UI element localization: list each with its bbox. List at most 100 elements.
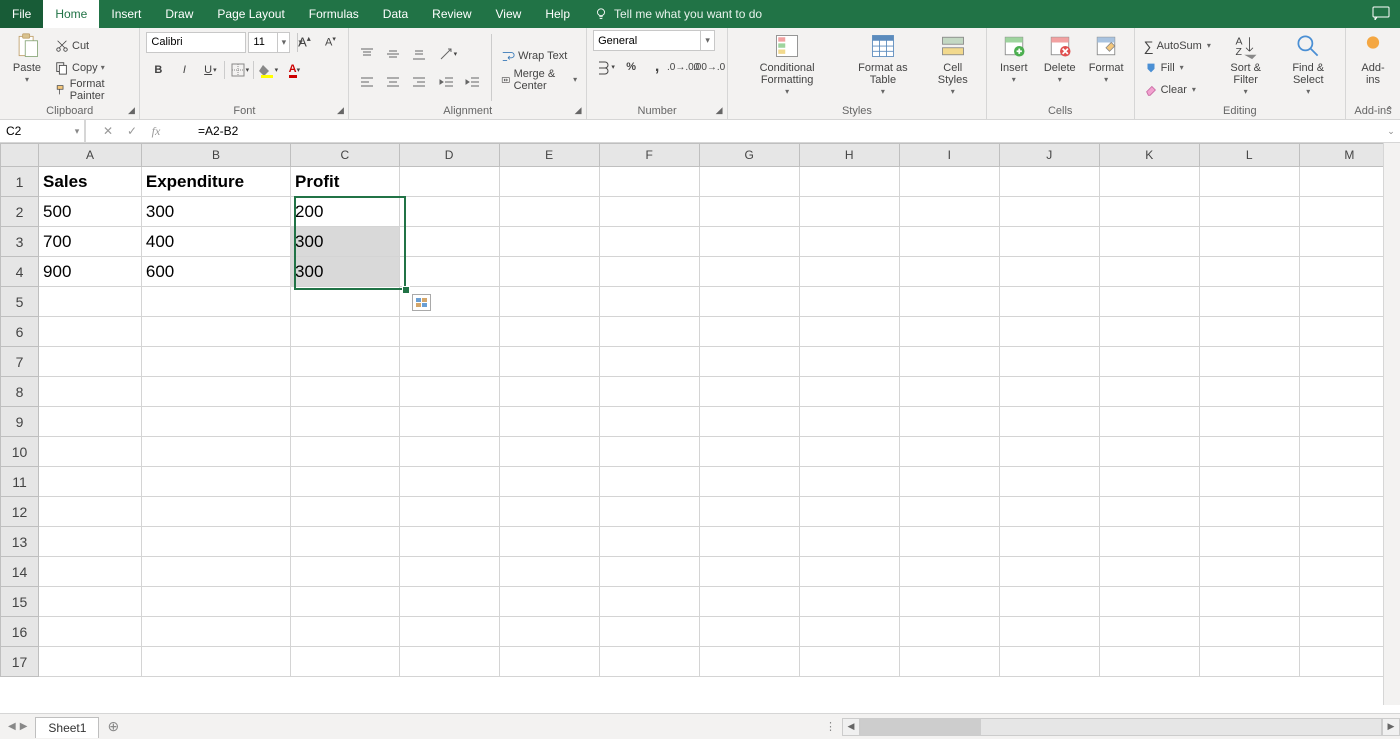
sort-filter-button[interactable]: AZSort & Filter▾ [1218,30,1274,105]
addins-button[interactable]: Add-ins [1352,30,1394,105]
cell-D11[interactable] [399,467,499,497]
cell-L15[interactable] [1199,587,1299,617]
cell-K6[interactable] [1099,317,1199,347]
cell-H8[interactable] [799,377,899,407]
formula-input[interactable] [168,121,1382,141]
align-right-button[interactable] [407,70,431,94]
cell-K17[interactable] [1099,647,1199,677]
cell-C14[interactable] [291,557,400,587]
cell-A5[interactable] [39,287,142,317]
horizontal-scrollbar[interactable]: ⋮ ◀ ▶ [825,718,1400,736]
align-center-button[interactable] [381,70,405,94]
cell-L8[interactable] [1199,377,1299,407]
cell-F12[interactable] [599,497,699,527]
cell-B6[interactable] [141,317,290,347]
cell-L6[interactable] [1199,317,1299,347]
cell-H12[interactable] [799,497,899,527]
italic-button[interactable]: I [172,58,196,82]
cell-L10[interactable] [1199,437,1299,467]
column-header-E[interactable]: E [499,144,599,167]
cell-E14[interactable] [499,557,599,587]
align-left-button[interactable] [355,70,379,94]
row-header-5[interactable]: 5 [1,287,39,317]
cell-E5[interactable] [499,287,599,317]
vertical-scrollbar[interactable] [1383,143,1400,705]
cell-E3[interactable] [499,227,599,257]
cell-E11[interactable] [499,467,599,497]
cell-G9[interactable] [699,407,799,437]
paste-button[interactable]: Paste ▾ [6,30,48,105]
cell-F14[interactable] [599,557,699,587]
cell-D1[interactable] [399,167,499,197]
cell-C4[interactable]: 300 [291,257,400,287]
cell-G17[interactable] [699,647,799,677]
cell-G12[interactable] [699,497,799,527]
cell-I17[interactable] [899,647,999,677]
row-header-13[interactable]: 13 [1,527,39,557]
cell-H1[interactable] [799,167,899,197]
cell-L5[interactable] [1199,287,1299,317]
scroll-left-button[interactable]: ◀ [842,718,860,736]
cell-J16[interactable] [999,617,1099,647]
cell-I1[interactable] [899,167,999,197]
row-header-6[interactable]: 6 [1,317,39,347]
row-header-16[interactable]: 16 [1,617,39,647]
cell-B17[interactable] [141,647,290,677]
cell-E10[interactable] [499,437,599,467]
cell-I16[interactable] [899,617,999,647]
cell-B11[interactable] [141,467,290,497]
cell-B10[interactable] [141,437,290,467]
cell-C3[interactable]: 300 [291,227,400,257]
cell-H3[interactable] [799,227,899,257]
autosum-button[interactable]: ∑AutoSum▾ [1141,36,1214,56]
cell-F15[interactable] [599,587,699,617]
column-header-I[interactable]: I [899,144,999,167]
cell-J5[interactable] [999,287,1099,317]
cell-L17[interactable] [1199,647,1299,677]
add-sheet-button[interactable]: ⊕ [107,718,119,735]
cell-B3[interactable]: 400 [141,227,290,257]
cell-F16[interactable] [599,617,699,647]
cell-A14[interactable] [39,557,142,587]
cell-F5[interactable] [599,287,699,317]
tab-data[interactable]: Data [371,0,420,28]
cell-J15[interactable] [999,587,1099,617]
font-name-dropdown[interactable]: ▾ [146,32,246,53]
cell-C15[interactable] [291,587,400,617]
cell-L3[interactable] [1199,227,1299,257]
percent-button[interactable]: % [619,55,643,79]
font-color-button[interactable]: A▾ [282,58,306,82]
comments-icon[interactable] [1372,6,1390,23]
cell-L4[interactable] [1199,257,1299,287]
expand-formula-bar-button[interactable]: ⌄ [1382,126,1400,137]
clipboard-launcher[interactable]: ◢ [125,105,137,117]
cell-L12[interactable] [1199,497,1299,527]
row-header-10[interactable]: 10 [1,437,39,467]
sheet-tab-1[interactable]: Sheet1 [35,717,99,738]
cell-F4[interactable] [599,257,699,287]
cell-E16[interactable] [499,617,599,647]
cell-B12[interactable] [141,497,290,527]
cell-L1[interactable] [1199,167,1299,197]
fill-color-button[interactable]: ▾ [256,58,280,82]
scroll-right-button[interactable]: ▶ [1382,718,1400,736]
cell-H14[interactable] [799,557,899,587]
cell-I2[interactable] [899,197,999,227]
align-bottom-button[interactable] [407,42,431,66]
cell-K11[interactable] [1099,467,1199,497]
cell-E4[interactable] [499,257,599,287]
cell-J3[interactable] [999,227,1099,257]
cell-F9[interactable] [599,407,699,437]
cell-G16[interactable] [699,617,799,647]
cell-J6[interactable] [999,317,1099,347]
cell-K5[interactable] [1099,287,1199,317]
name-box-input[interactable] [0,124,70,138]
cell-F10[interactable] [599,437,699,467]
cell-A10[interactable] [39,437,142,467]
cell-H17[interactable] [799,647,899,677]
cell-E17[interactable] [499,647,599,677]
cell-A15[interactable] [39,587,142,617]
format-cells-button[interactable]: Format▾ [1085,30,1128,105]
cell-K7[interactable] [1099,347,1199,377]
cell-I4[interactable] [899,257,999,287]
